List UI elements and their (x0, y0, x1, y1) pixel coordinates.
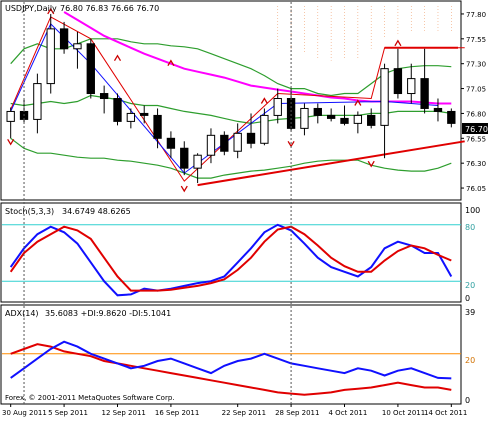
price-tick-label: 77.55 (466, 36, 486, 44)
candle-body (73, 43, 82, 50)
date-tick-label: 12 Sep 2011 (102, 409, 146, 417)
adx-title: ADX(14) (5, 309, 39, 318)
candle-body (313, 107, 322, 116)
candle-body (326, 114, 336, 119)
stoch-lower-level-label: 20 (465, 281, 475, 290)
stoch-scale-top: 100 (465, 206, 480, 215)
adx-scale-bottom: 0 (465, 396, 470, 405)
candle-body (126, 112, 136, 122)
symbol-title: USDJPY,Daily (5, 4, 57, 13)
candle-body (166, 137, 176, 149)
candle-body (407, 78, 416, 95)
price-tick-label: 76.55 (466, 135, 486, 143)
last-price-label: 76.70 (465, 125, 488, 134)
candle-body (180, 147, 189, 169)
price-tick-label: 77.30 (466, 61, 486, 69)
candle-body (367, 114, 376, 126)
candle-body (433, 107, 443, 112)
candle-body (59, 28, 69, 50)
candle-body (246, 132, 256, 144)
adx-scale-top: 39 (465, 308, 475, 317)
price-tick-label: 76.80 (466, 110, 486, 118)
date-tick-label: 28 Sep 2011 (275, 409, 319, 417)
price-tick-label: 76.05 (466, 185, 486, 193)
date-tick-label: 10 Oct 2011 (382, 409, 425, 417)
candle-body (206, 134, 216, 156)
candle-body (140, 112, 149, 116)
candle-body (300, 107, 309, 129)
candle-body (99, 93, 109, 100)
stoch-upper-level-label: 80 (465, 223, 475, 232)
price-tick-label: 77.80 (466, 11, 486, 19)
candle-body (86, 43, 95, 95)
candle-body (420, 78, 429, 109)
date-tick-label: 30 Aug 2011 (2, 409, 47, 417)
candle-body (193, 154, 202, 169)
stoch-scale-bottom: 0 (465, 294, 470, 303)
candle-body (260, 114, 269, 144)
trading-chart-window: 77.80 77.55 77.30 77.05 76.80 76.55 76.30 76.05… (0, 0, 490, 420)
date-tick-label: 14 Oct 2011 (424, 409, 467, 417)
candle-body (46, 28, 55, 85)
candle-body (33, 83, 42, 120)
copyright-text: Forex, © 2001-2011 MetaQuotes Software C… (5, 394, 175, 402)
candle-body (447, 110, 456, 124)
chart-canvas: 77.80 77.55 77.30 77.05 76.80 76.55 76.30 76.05… (0, 0, 490, 420)
date-tick-label: 5 Sep 2011 (48, 409, 88, 417)
stoch-title: Stoch(5,3,3) (5, 207, 54, 216)
candle-body (273, 98, 282, 116)
candle-body (353, 114, 363, 124)
candle-body (113, 98, 122, 122)
candle-body (6, 110, 15, 122)
date-tick-label: 22 Sep 2011 (222, 409, 266, 417)
stoch-values: 34.6749 48.6265 (62, 207, 131, 216)
date-tick-label: 4 Oct 2011 (329, 409, 368, 417)
candle-body (220, 134, 229, 152)
candle-body (340, 117, 349, 124)
adx-values: 35.6083 +DI:9.8620 -DI:5.1041 (45, 309, 171, 318)
candle-body (233, 132, 242, 152)
ohlc-readout: 76.80 76.83 76.66 76.70 (60, 4, 159, 13)
price-tick-label: 76.30 (466, 160, 486, 168)
date-tick-label: 16 Sep 2011 (155, 409, 199, 417)
candle-body (380, 68, 389, 126)
candle-body (153, 114, 162, 139)
candle-body (393, 68, 403, 95)
price-tick-label: 77.05 (466, 86, 486, 94)
adx-level-label: 20 (465, 356, 475, 365)
